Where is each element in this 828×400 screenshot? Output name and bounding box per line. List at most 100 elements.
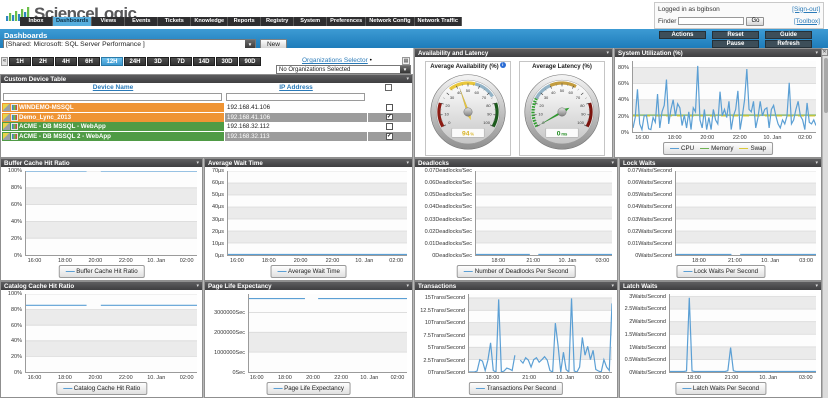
table-row[interactable]: ACME - DB MSSQL - WebApp192.168.32.112 <box>2 122 411 132</box>
time-range-12h[interactable]: 12H <box>101 57 123 66</box>
collapse-caret-icon[interactable]: ▾ <box>815 160 818 166</box>
legend-line-swatch <box>65 271 74 272</box>
panel-header[interactable]: Latch Waits▾ <box>620 282 821 290</box>
time-range-2h[interactable]: 2H <box>32 57 54 66</box>
panel-header[interactable]: System Utilization (%)▾ <box>615 49 821 57</box>
scrollbar-thumb[interactable] <box>824 58 828 113</box>
legend-item: Lock Waits Per Second <box>683 268 758 275</box>
gauge-title: Average Availability (%)i <box>426 62 510 71</box>
table-row[interactable]: Demo_Lync_2013192.168.41.106✓ <box>2 113 411 123</box>
y-axis-label: 0Deadlocks/Sec <box>415 253 472 259</box>
legend[interactable]: Lock Waits Per Second <box>676 265 765 278</box>
legend[interactable]: Buffer Cache Hit Ratio <box>58 265 144 278</box>
column-header-device-name[interactable]: Device Name <box>93 84 133 91</box>
panel-header[interactable]: Availability and Latency ▾ <box>415 49 612 57</box>
panel-title: Average Wait Time <box>208 160 263 167</box>
collapse-caret-icon[interactable]: ▾ <box>406 283 409 289</box>
select-all-checkbox[interactable] <box>385 84 392 91</box>
legend[interactable]: Latch Waits Per Second <box>675 382 766 395</box>
legend[interactable]: Transactions Per Second <box>469 382 563 395</box>
chart-body: Average Wait Time0μs10μs20μs30μs40μs50μs… <box>205 167 412 280</box>
y-axis-label: 20% <box>615 114 629 120</box>
toolbox-link[interactable]: [Toolbox] <box>794 18 820 25</box>
finder-input[interactable] <box>678 17 744 25</box>
info-icon[interactable]: i <box>500 62 506 68</box>
organizations-select[interactable]: No Organizations Selected ▼ <box>276 65 411 74</box>
chevron-down-icon[interactable]: ▼ <box>400 66 410 73</box>
row-checkbox[interactable]: ✓ <box>386 133 393 140</box>
legend[interactable]: Average Wait Time <box>270 265 347 278</box>
tab-dashboards[interactable]: Dashboards <box>53 17 92 26</box>
panel-header[interactable]: Average Wait Time ▾ <box>205 159 412 167</box>
signout-link[interactable]: [Sign-out] <box>792 6 820 13</box>
collapse-caret-icon[interactable]: ▾ <box>196 160 199 166</box>
pause-button[interactable]: Pause <box>712 40 759 48</box>
tab-reports[interactable]: Reports <box>228 17 261 26</box>
reset-button[interactable]: Reset <box>712 31 759 39</box>
collapse-icon[interactable]: « <box>1 57 8 66</box>
tab-registry[interactable]: Registry <box>261 17 294 26</box>
close-icon[interactable]: ✕ <box>821 49 828 56</box>
panel-header[interactable]: Transactions▾ <box>415 282 617 290</box>
y-axis-label: 0% <box>615 130 629 136</box>
ip-address-filter-input[interactable] <box>226 93 365 101</box>
row-checkbox[interactable] <box>386 123 393 130</box>
go-button[interactable]: Go <box>746 17 764 26</box>
tab-inbox[interactable]: Inbox <box>20 17 53 26</box>
panel-header[interactable]: Deadlocks▾ <box>415 159 617 167</box>
actions-button[interactable]: Actions <box>659 31 706 39</box>
time-range-3d[interactable]: 3D <box>147 57 169 66</box>
collapse-caret-icon[interactable]: ▾ <box>815 283 818 289</box>
svg-text:94%: 94% <box>462 130 474 137</box>
org-options-icon[interactable]: ▦ <box>402 57 410 65</box>
time-range-7d[interactable]: 7D <box>170 57 192 66</box>
collapse-caret-icon[interactable]: ▾ <box>815 50 818 56</box>
device-name-label: WINDEMO-MSSQL <box>19 104 74 111</box>
collapse-caret-icon[interactable]: ▾ <box>196 283 199 289</box>
time-range-24h[interactable]: 24H <box>124 57 146 66</box>
organizations-selector-link[interactable]: Organizations Selector • <box>302 57 372 64</box>
panel-header[interactable]: Catalog Cache Hit Ratio▾ <box>1 282 202 290</box>
time-range-1h[interactable]: 1H <box>9 57 31 66</box>
legend[interactable]: Number of Deadlocks Per Second <box>457 265 576 278</box>
tab-views[interactable]: Views <box>92 17 125 26</box>
refresh-button[interactable]: Refresh <box>765 40 812 48</box>
tab-tickets[interactable]: Tickets <box>158 17 191 26</box>
panel-header[interactable]: Page Life Expectancy▾ <box>205 282 412 290</box>
time-range-14d[interactable]: 14D <box>193 57 215 66</box>
tab-network-config[interactable]: Network Config <box>366 17 414 26</box>
tab-system[interactable]: System <box>294 17 327 26</box>
column-header-ip-address[interactable]: IP Address <box>279 84 313 91</box>
collapse-caret-icon[interactable]: ▾ <box>611 283 614 289</box>
collapse-caret-icon[interactable]: ▾ <box>611 160 614 166</box>
tab-network-traffic[interactable]: Network Traffic <box>415 17 462 26</box>
time-range-90d[interactable]: 90D <box>239 57 261 66</box>
tab-preferences[interactable]: Preferences <box>327 17 366 26</box>
legend[interactable]: CPUMemorySwap <box>663 142 773 155</box>
time-range-4h[interactable]: 4H <box>55 57 77 66</box>
legend[interactable]: Page Life Expectancy <box>266 382 351 395</box>
panel-header[interactable]: Lock Waits▾ <box>620 159 821 167</box>
tab-events[interactable]: Events <box>125 17 158 26</box>
tab-knowledge[interactable]: Knowledge <box>191 17 228 26</box>
legend-line-swatch <box>273 388 282 389</box>
vertical-scrollbar[interactable] <box>822 48 828 398</box>
chart-svg <box>476 171 612 255</box>
row-checkbox[interactable]: ✓ <box>386 114 393 121</box>
time-range-30d[interactable]: 30D <box>216 57 238 66</box>
collapse-caret-icon[interactable]: ▾ <box>406 76 409 82</box>
guide-button[interactable]: Guide <box>765 31 812 39</box>
collapse-caret-icon[interactable]: ▾ <box>606 50 609 56</box>
y-axis-label: 0Trans/Second <box>415 370 465 376</box>
collapse-caret-icon[interactable]: ▾ <box>406 160 409 166</box>
table-row[interactable]: WINDEMO-MSSQL192.168.41.106 <box>2 103 411 113</box>
time-range-6h[interactable]: 6H <box>78 57 100 66</box>
row-checkbox[interactable] <box>386 104 393 111</box>
panel-header[interactable]: Custom Device Table ▾ <box>1 75 412 83</box>
device-name-filter-input[interactable] <box>3 93 222 101</box>
panel-header[interactable]: Buffer Cache Hit Ratio▾ <box>1 159 202 167</box>
x-axis-label: 02:00 <box>180 375 194 381</box>
table-row[interactable]: ACME - DB MSSQL 2 - WebApp192.168.32.113… <box>2 132 411 142</box>
legend[interactable]: Catalog Cache Hit Ratio <box>56 382 147 395</box>
chart-plot-area <box>25 294 197 373</box>
